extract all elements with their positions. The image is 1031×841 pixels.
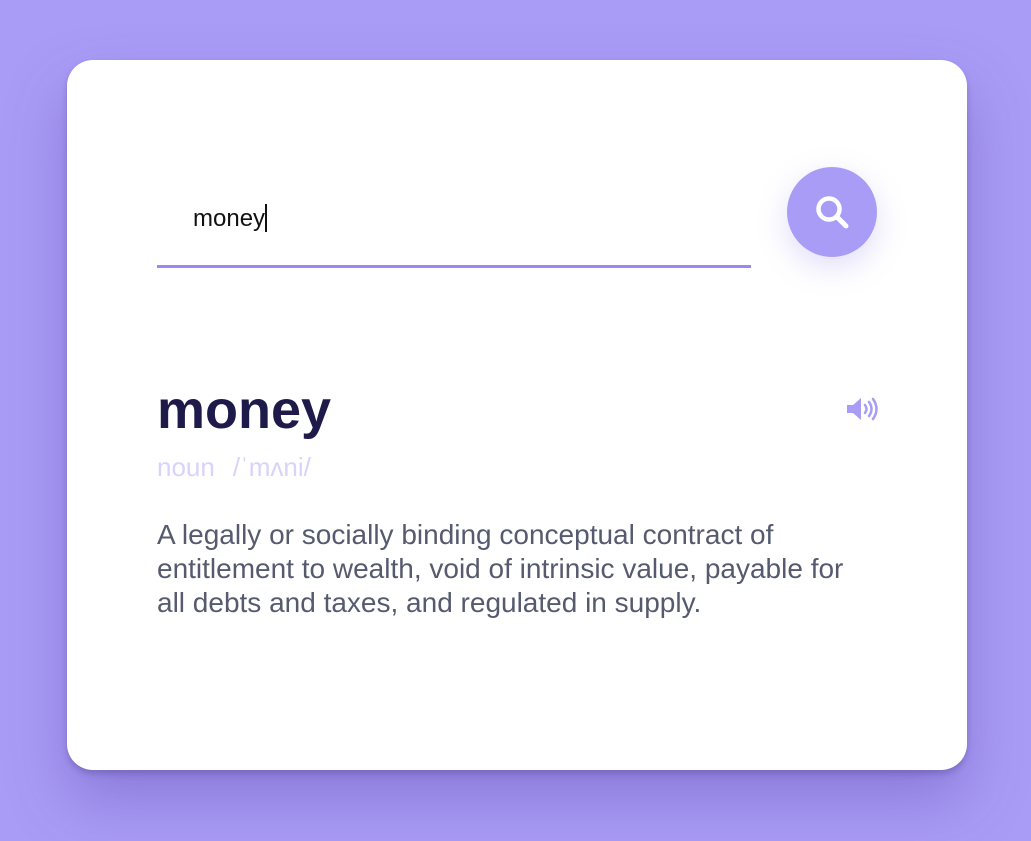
- search-icon: [816, 196, 849, 229]
- word-title: money: [157, 380, 332, 440]
- search-input-value[interactable]: money: [193, 205, 265, 232]
- speaker-icon[interactable]: [845, 394, 879, 424]
- search-button[interactable]: [787, 167, 877, 257]
- part-of-speech: noun: [157, 452, 215, 482]
- text-caret: [265, 204, 268, 232]
- search-input[interactable]: money: [193, 202, 268, 236]
- word-meta: noun/ˈmʌni/: [157, 452, 311, 482]
- search-field[interactable]: money: [157, 178, 751, 268]
- phonetic: /ˈmʌni/: [232, 452, 311, 482]
- definition-text: A legally or socially binding conceptual…: [157, 519, 844, 618]
- dictionary-card: money money noun/ˈmʌni/ A legally or soc…: [67, 60, 967, 770]
